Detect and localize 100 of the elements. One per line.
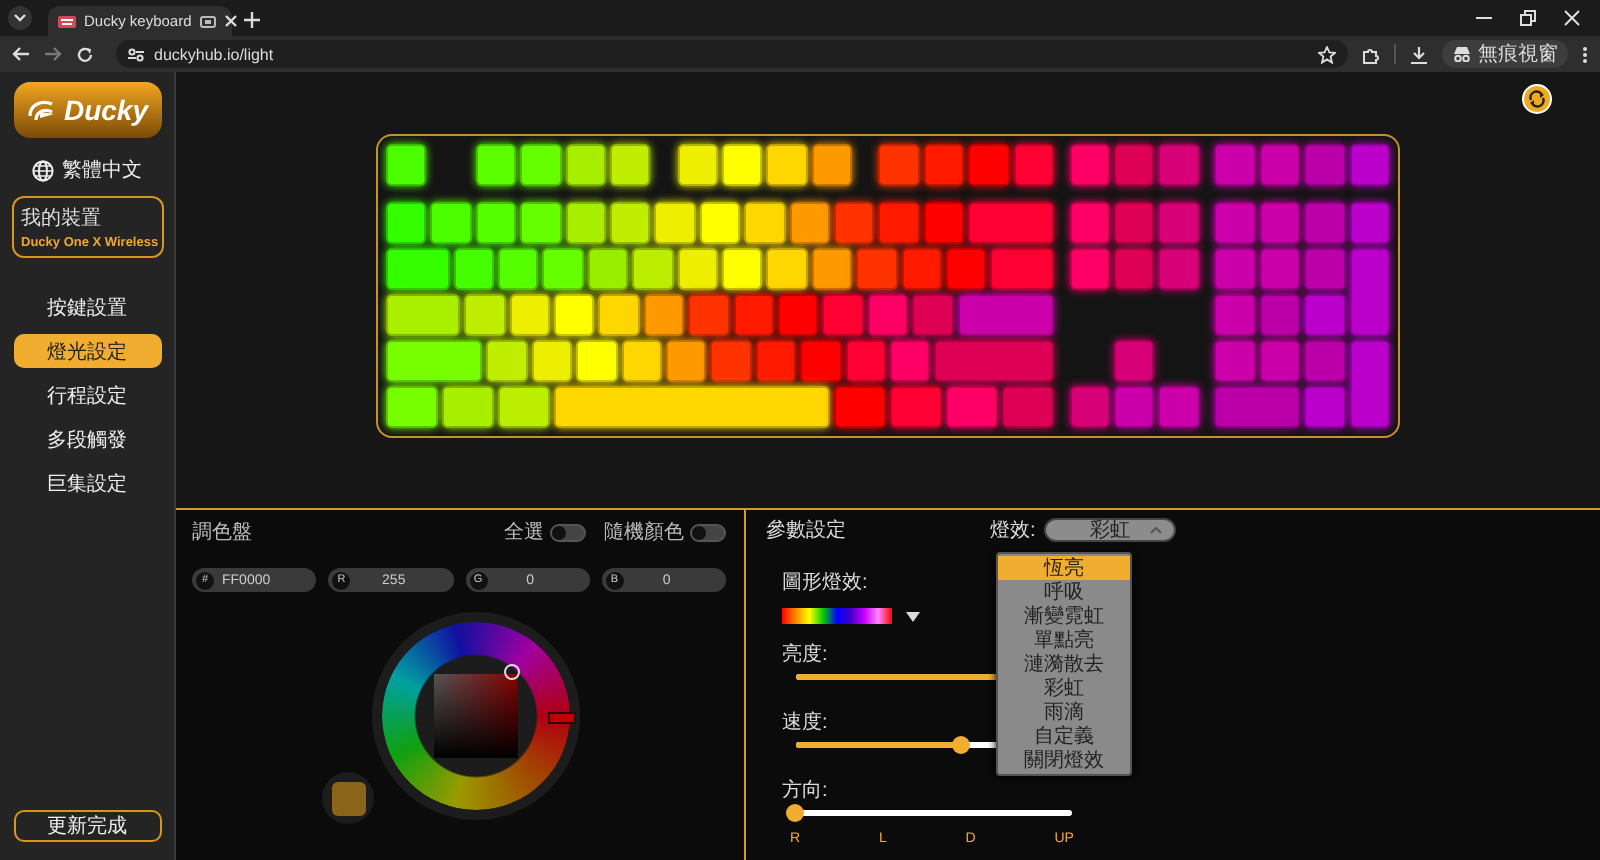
keyboard-key[interactable] xyxy=(1013,144,1054,186)
keyboard-key[interactable] xyxy=(1069,144,1110,186)
reload-icon[interactable] xyxy=(76,45,94,63)
menu-option[interactable]: 彩虹 xyxy=(998,676,1130,700)
keyboard-key[interactable] xyxy=(565,202,606,244)
menu-option[interactable]: 關閉燈效 xyxy=(998,748,1130,772)
keyboard-key[interactable] xyxy=(632,248,674,290)
keyboard-key[interactable] xyxy=(497,386,550,428)
update-button[interactable]: 更新完成 xyxy=(13,810,161,842)
rainbow-preview[interactable] xyxy=(782,608,892,624)
keyboard-key[interactable] xyxy=(833,202,875,244)
keyboard-key[interactable] xyxy=(766,248,808,290)
keyboard-key[interactable] xyxy=(721,248,763,290)
keyboard-key[interactable] xyxy=(386,202,427,244)
keyboard-key[interactable] xyxy=(845,340,886,382)
dropdown-triangle-icon[interactable] xyxy=(906,611,920,621)
nav-item[interactable]: 多段觸發 xyxy=(13,422,161,456)
menu-option[interactable]: 呼吸 xyxy=(998,580,1130,604)
nav-item[interactable]: 巨集設定 xyxy=(13,466,161,500)
keyboard-key[interactable] xyxy=(520,144,562,186)
keyboard-key[interactable] xyxy=(1259,340,1301,382)
keyboard-key[interactable] xyxy=(699,202,741,244)
toggle-switch[interactable] xyxy=(690,523,726,541)
menu-option[interactable]: 漣漪散去 xyxy=(998,652,1130,676)
keyboard-key[interactable] xyxy=(744,202,786,244)
menu-option[interactable]: 恆亮 xyxy=(998,556,1130,580)
back-arrow-icon[interactable] xyxy=(12,46,30,62)
keyboard-key[interactable] xyxy=(609,202,651,244)
keyboard-key[interactable] xyxy=(923,144,965,186)
close-icon[interactable] xyxy=(1564,10,1580,26)
nav-item[interactable]: 燈光設定 xyxy=(13,334,161,368)
keyboard-key[interactable] xyxy=(1349,340,1390,428)
keyboard-key[interactable] xyxy=(766,144,808,186)
keyboard-key[interactable] xyxy=(542,248,584,290)
keyboard-key[interactable] xyxy=(509,294,550,336)
keyboard-key[interactable] xyxy=(453,248,494,290)
nav-item[interactable]: 按鍵設置 xyxy=(13,290,161,324)
toggle-switch[interactable] xyxy=(550,523,586,541)
keyboard-key[interactable] xyxy=(386,340,483,382)
keyboard-key[interactable] xyxy=(497,248,539,290)
keyboard-key[interactable] xyxy=(867,294,909,336)
keyboard-key[interactable] xyxy=(587,248,629,290)
slider-thumb[interactable] xyxy=(786,804,804,822)
star-icon[interactable] xyxy=(1318,45,1336,63)
menu-option[interactable]: 雨滴 xyxy=(998,700,1130,724)
nav-item[interactable]: 行程設定 xyxy=(13,378,161,412)
keyboard-key[interactable] xyxy=(777,294,819,336)
keyboard-key[interactable] xyxy=(553,294,595,336)
keyboard-key[interactable] xyxy=(475,202,517,244)
keyboard-key[interactable] xyxy=(576,340,618,382)
puzzle-icon[interactable] xyxy=(1362,45,1380,63)
keyboard-key[interactable] xyxy=(665,340,707,382)
tab-list-button[interactable] xyxy=(8,6,32,30)
keyboard-key[interactable] xyxy=(945,386,998,428)
keyboard-key[interactable] xyxy=(833,386,886,428)
keyboard-key[interactable] xyxy=(1069,386,1110,428)
restore-icon[interactable] xyxy=(1520,10,1536,26)
keyboard-key[interactable] xyxy=(1259,294,1301,336)
keyboard-key[interactable] xyxy=(386,294,461,336)
keyboard-key[interactable] xyxy=(1069,248,1110,290)
keyboard-key[interactable] xyxy=(945,248,987,290)
keyboard-key[interactable] xyxy=(486,340,528,382)
menu-icon[interactable] xyxy=(1582,45,1588,63)
site-settings-icon[interactable] xyxy=(128,47,144,61)
keyboard-key[interactable] xyxy=(1069,202,1110,244)
keyboard-key[interactable] xyxy=(1113,202,1155,244)
keyboard-key[interactable] xyxy=(609,144,651,186)
keyboard-key[interactable] xyxy=(721,144,763,186)
keyboard-key[interactable] xyxy=(889,386,942,428)
keyboard-key[interactable] xyxy=(386,144,427,186)
keyboard-key[interactable] xyxy=(1001,386,1054,428)
keyboard-key[interactable] xyxy=(1259,248,1301,290)
keyboard-key[interactable] xyxy=(811,144,853,186)
menu-option[interactable]: 自定義 xyxy=(998,724,1130,748)
keyboard-key[interactable] xyxy=(1113,386,1155,428)
sync-button[interactable] xyxy=(1522,84,1552,114)
keyboard-key[interactable] xyxy=(677,144,718,186)
keyboard-key[interactable] xyxy=(598,294,640,336)
close-icon[interactable] xyxy=(223,14,238,28)
keyboard-key[interactable] xyxy=(811,248,853,290)
keyboard-key[interactable] xyxy=(475,144,517,186)
keyboard-key[interactable] xyxy=(733,294,774,336)
keyboard-key[interactable] xyxy=(643,294,685,336)
keyboard-key[interactable] xyxy=(1349,248,1390,336)
keyboard-key[interactable] xyxy=(889,340,931,382)
address-bar[interactable]: duckyhub.io/light xyxy=(116,40,1348,68)
download-icon[interactable] xyxy=(1410,45,1428,63)
keyboard-key[interactable] xyxy=(923,202,965,244)
keyboard-key[interactable] xyxy=(1113,248,1155,290)
keyboard-key[interactable] xyxy=(531,340,573,382)
keyboard-key[interactable] xyxy=(677,248,718,290)
new-tab-icon[interactable] xyxy=(244,12,260,28)
language-selector[interactable]: 繁體中文 xyxy=(32,156,142,184)
keyboard-key[interactable] xyxy=(1259,202,1301,244)
keyboard-key[interactable] xyxy=(520,202,562,244)
forward-arrow-icon[interactable] xyxy=(44,46,62,62)
incognito-chip[interactable]: 無痕視窗 xyxy=(1442,40,1568,68)
menu-option[interactable]: 漸變霓虹 xyxy=(998,604,1130,628)
keyboard-key[interactable] xyxy=(789,202,830,244)
effect-dropdown[interactable]: 彩虹 xyxy=(1043,518,1176,542)
